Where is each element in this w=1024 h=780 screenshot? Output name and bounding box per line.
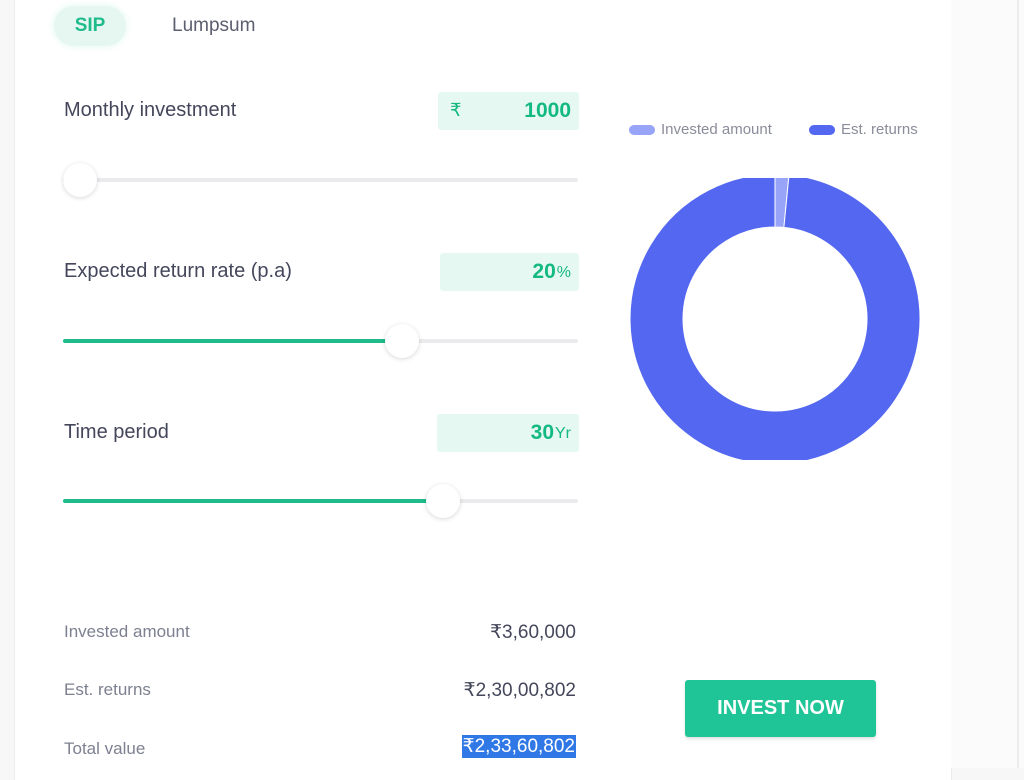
legend-returns: Est. returns <box>809 121 918 138</box>
return-rate-suffix: % <box>556 264 571 281</box>
time-period-slider[interactable] <box>63 484 578 518</box>
total-value-label: Total value <box>64 739 146 758</box>
legend-invested: Invested amount <box>629 121 772 138</box>
monthly-investment-label: Monthly investment <box>64 99 237 121</box>
monthly-investment-value: 1000 <box>524 99 571 122</box>
tab-lumpsum[interactable]: Lumpsum <box>172 15 255 37</box>
est-returns-label: Est. returns <box>64 680 151 699</box>
rupee-prefix: ₹ <box>450 100 462 120</box>
tab-sip[interactable]: SIP <box>54 6 126 46</box>
donut-slice-est-returns <box>629 178 921 460</box>
return-rate-value: 20 <box>532 260 556 283</box>
invested-amount-value: ₹3,60,000 <box>489 622 576 643</box>
legend-invested-label: Invested amount <box>661 121 772 138</box>
legend-invested-swatch <box>629 124 655 135</box>
monthly-investment-slider[interactable] <box>63 163 578 197</box>
return-rate-label: Expected return rate (p.a) <box>64 260 292 282</box>
invested-amount-label: Invested amount <box>64 622 190 641</box>
donut-chart <box>629 178 921 460</box>
time-period-suffix: Yr <box>555 425 571 442</box>
return-rate-slider[interactable] <box>63 324 578 358</box>
gutter-divider <box>1017 0 1019 768</box>
time-period-label: Time period <box>64 421 169 443</box>
return-rate-input[interactable]: 20 % <box>440 253 579 291</box>
total-value-value: ₹2,33,60,802 <box>461 735 576 758</box>
return-rate-slider-thumb[interactable] <box>384 324 419 358</box>
time-period-input[interactable]: 30 Yr <box>437 414 579 452</box>
est-returns-value: ₹2,30,00,802 <box>463 680 576 701</box>
invest-now-button[interactable]: INVEST NOW <box>685 680 876 737</box>
monthly-investment-input[interactable]: ₹ 1000 <box>438 92 579 130</box>
legend-returns-label: Est. returns <box>841 121 918 138</box>
right-gutter <box>951 0 1024 768</box>
time-period-value: 30 <box>530 421 554 444</box>
legend-returns-swatch <box>809 124 835 135</box>
monthly-investment-slider-thumb[interactable] <box>63 163 97 197</box>
time-period-slider-thumb[interactable] <box>425 484 460 518</box>
time-period-slider-fill <box>63 499 439 503</box>
return-rate-slider-fill <box>63 339 398 343</box>
